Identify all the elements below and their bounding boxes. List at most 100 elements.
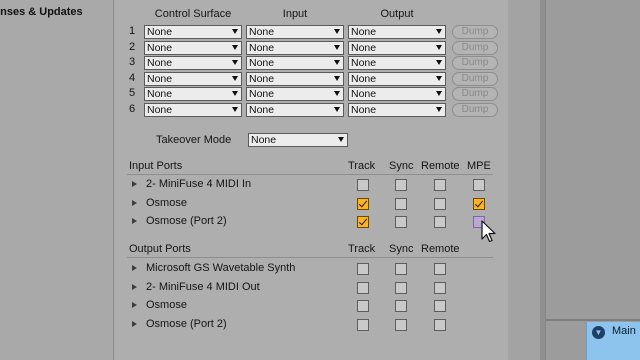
port-name: Osmose [146,299,187,311]
mpe-checkbox[interactable] [473,179,485,191]
output-select[interactable]: None [348,103,446,117]
dump-button[interactable]: Dump [452,103,498,117]
takeover-mode-value: None [251,134,277,146]
output-select[interactable]: None [348,72,446,86]
remote-checkbox[interactable] [434,263,446,275]
mouse-pointer-icon [481,220,496,243]
chevron-down-icon [232,76,238,81]
expand-triangle-icon[interactable] [132,321,137,327]
dump-button[interactable]: Dump [452,87,498,101]
control-surface-value: None [147,73,173,85]
sync-checkbox[interactable] [395,198,407,210]
sync-checkbox[interactable] [395,282,407,294]
mpe-checkbox[interactable] [473,198,485,210]
input-select[interactable]: None [246,25,344,39]
sync-checkbox[interactable] [395,179,407,191]
chevron-down-icon [334,29,340,34]
sync-checkbox[interactable] [395,263,407,275]
track-checkbox[interactable] [357,198,369,210]
control-surface-value: None [147,26,173,38]
chevron-down-icon [436,45,442,50]
control-surface-select[interactable]: None [144,87,242,101]
output-value: None [351,104,377,116]
sync-checkbox[interactable] [395,216,407,228]
control-surface-value: None [147,104,173,116]
chevron-down-icon [232,60,238,65]
output-select[interactable]: None [348,56,446,70]
track-divider [546,319,640,321]
output-value: None [351,73,377,85]
input-value: None [249,57,275,69]
surface-row-number: 6 [128,103,136,115]
sync-checkbox[interactable] [395,319,407,331]
track-checkbox[interactable] [357,216,369,228]
expand-triangle-icon[interactable] [132,181,137,187]
takeover-mode-select[interactable]: None [248,133,348,147]
remote-checkbox[interactable] [434,282,446,294]
main-track-header[interactable]: ▼ Main [586,322,640,360]
vertical-scrollbar[interactable] [540,0,546,360]
control-surface-select[interactable]: None [144,41,242,55]
chevron-down-icon [334,45,340,50]
input-select[interactable]: None [246,72,344,86]
chevron-down-icon [232,45,238,50]
sidebar-item-licenses-updates[interactable]: enses & Updates [0,6,114,18]
chevron-down-icon [436,29,442,34]
surface-row-number: 3 [128,56,136,68]
dump-button[interactable]: Dump [452,56,498,70]
expand-triangle-icon[interactable] [132,218,137,224]
output-value: None [351,88,377,100]
output-value: None [351,57,377,69]
input-select[interactable]: None [246,87,344,101]
input-select[interactable]: None [246,41,344,55]
output-select[interactable]: None [348,87,446,101]
output-header-track: Track [348,243,376,255]
chevron-down-icon [436,107,442,112]
input-header-track: Track [348,160,376,172]
dump-button[interactable]: Dump [452,41,498,55]
remote-checkbox[interactable] [434,198,446,210]
remote-checkbox[interactable] [434,300,446,312]
surface-row-number: 1 [128,25,136,37]
input-value: None [249,73,275,85]
input-select[interactable]: None [246,56,344,70]
remote-checkbox[interactable] [434,319,446,331]
chevron-down-icon [334,76,340,81]
column-header-output: Output [380,8,414,20]
input-select[interactable]: None [246,103,344,117]
dump-button[interactable]: Dump [452,25,498,39]
control-surface-select[interactable]: None [144,72,242,86]
surface-row-number: 2 [128,41,136,53]
expand-triangle-icon[interactable] [132,284,137,290]
control-surface-select[interactable]: None [144,56,242,70]
track-checkbox[interactable] [357,179,369,191]
control-surface-select[interactable]: None [144,103,242,117]
chevron-down-icon [334,91,340,96]
expand-triangle-icon[interactable] [132,265,137,271]
output-header-sync: Sync [389,243,414,255]
sync-checkbox[interactable] [395,300,407,312]
chevron-down-icon [436,60,442,65]
port-name: Osmose (Port 2) [146,318,227,330]
output-select[interactable]: None [348,25,446,39]
remote-checkbox[interactable] [434,179,446,191]
port-name: Osmose [146,197,187,209]
expand-triangle-icon[interactable] [132,302,137,308]
control-surface-value: None [147,88,173,100]
track-checkbox[interactable] [357,263,369,275]
dump-button[interactable]: Dump [452,72,498,86]
track-checkbox[interactable] [357,300,369,312]
control-surface-select[interactable]: None [144,25,242,39]
chevron-down-icon [232,91,238,96]
port-name: Microsoft GS Wavetable Synth [146,262,296,274]
input-header-mpe: MPE [467,160,491,172]
remote-checkbox[interactable] [434,216,446,228]
chevron-down-icon [334,107,340,112]
chevron-down-circle-icon[interactable]: ▼ [592,326,605,339]
track-checkbox[interactable] [357,319,369,331]
output-header-remote: Remote [421,243,460,255]
track-checkbox[interactable] [357,282,369,294]
expand-triangle-icon[interactable] [132,200,137,206]
input-value: None [249,42,275,54]
output-select[interactable]: None [348,41,446,55]
